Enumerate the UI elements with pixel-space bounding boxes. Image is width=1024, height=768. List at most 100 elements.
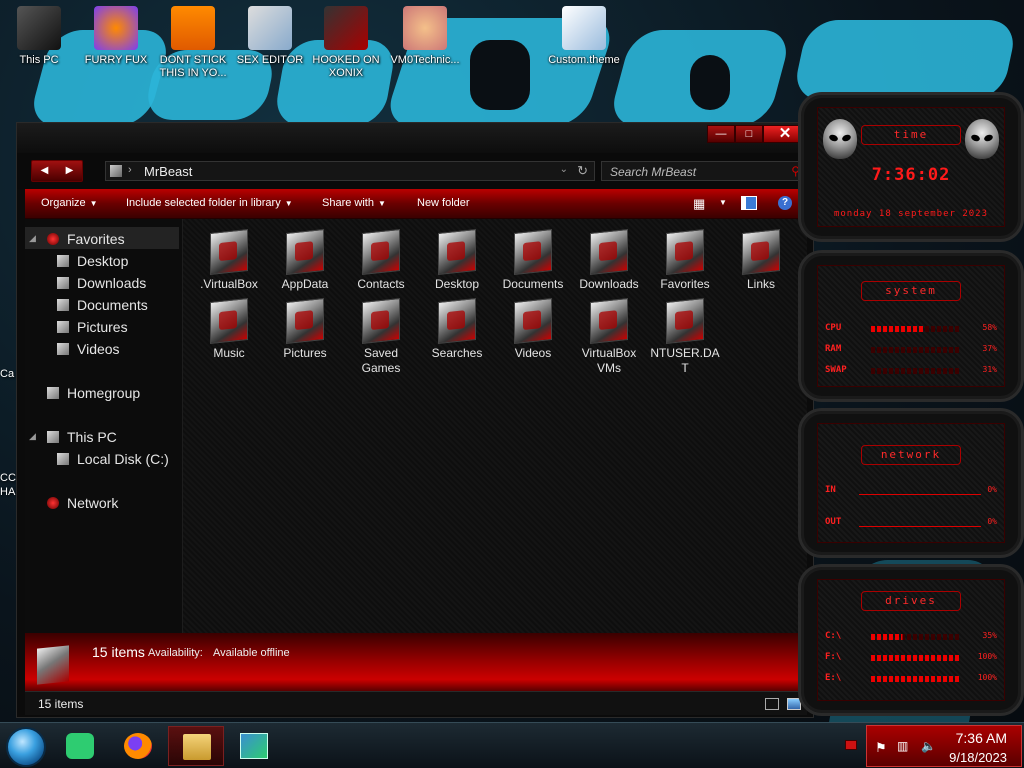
availability-label: Availability: [148,647,203,659]
folder-icon [110,165,122,177]
folder-item[interactable]: Desktop [421,229,493,292]
desktop-shortcut[interactable]: DONT STICK THIS IN YO... [157,6,229,80]
folder-item[interactable]: Saved Games [345,298,417,376]
include-in-library-button[interactable]: Include selected folder in library ▼ [126,197,293,209]
folder-item[interactable]: Favorites [649,229,721,292]
folder-item-label: Saved [363,346,399,360]
nav-network[interactable]: Network [47,495,118,511]
nav-videos[interactable]: Videos [57,341,120,357]
new-folder-button[interactable]: New folder [417,197,470,209]
volume-icon[interactable]: 🔈 [921,739,936,753]
homegroup-icon [47,387,59,399]
desktop-shortcut[interactable]: FURRY FUX [80,6,152,67]
folder-item-label: NTUSER.DA [650,346,720,360]
taskbar-virtualbox[interactable] [226,726,282,766]
breadcrumb-separator[interactable]: › [128,164,132,176]
navigation-bar: ◀ ▶ › MrBeast ⌄ ↻ Search MrBeast ⚲ [17,153,813,189]
folder-icon [210,298,248,344]
folder-item-label: Favorites [660,277,710,291]
tray-clock-date[interactable]: 9/18/2023 [949,750,1007,765]
preview-pane-icon[interactable] [741,196,757,210]
taskbar-file-explorer[interactable] [168,726,224,766]
address-bar[interactable]: › MrBeast ⌄ ↻ [105,161,595,181]
nav-pictures[interactable]: Pictures [57,319,128,335]
folder-icon [210,229,248,275]
folder-item[interactable]: Documents [497,229,569,292]
maximize-button[interactable]: □ [735,125,763,143]
minimize-button[interactable]: — [707,125,735,143]
network-gadget-title: network [880,448,942,461]
view-options-icon[interactable]: ▦ [693,196,705,212]
back-button[interactable]: ◀ [32,161,57,181]
notification-overflow-icon[interactable] [845,740,857,750]
desktop-edge-text: CC [0,472,16,484]
folder-item[interactable]: Downloads [573,229,645,292]
nav-downloads[interactable]: Downloads [57,275,146,291]
folder-item[interactable]: VirtualBox VMs [573,298,645,376]
organize-button[interactable]: Organize ▼ [41,197,98,209]
drives-gadget-title: drives [885,594,937,607]
nav-this-pc[interactable]: ◢ This PC [29,429,117,445]
tray-clock-time[interactable]: 7:36 AM [956,730,1007,746]
action-center-flag-icon[interactable]: ⚑ [875,740,887,756]
help-icon[interactable]: ? [778,196,792,210]
desktop-edge-text: Ca [0,368,15,380]
taskbar-firefox[interactable] [110,726,166,766]
vlc-shortcut-icon [171,6,215,50]
drive-f-bar [871,655,961,661]
folder-icon [438,298,476,344]
network-status-icon[interactable]: ▥ [897,739,908,753]
game-shortcut-icon [324,6,368,50]
nav-desktop[interactable]: Desktop [57,253,128,269]
drive-e-meter: E:\ 100% [825,673,997,683]
nav-documents[interactable]: Documents [57,297,148,313]
share-with-button[interactable]: Share with ▼ [322,197,386,209]
desktop-shortcut[interactable]: This PC [3,6,75,67]
folder-item[interactable]: AppData [269,229,341,292]
search-placeholder: Search MrBeast [610,165,697,179]
chevron-down-icon[interactable]: ⌄ [560,164,568,175]
chevron-down-icon[interactable]: ▼ [719,198,727,207]
nav-homegroup[interactable]: Homegroup [47,385,140,401]
folder-item-label: AppData [281,277,329,291]
taskbar-notepad[interactable] [52,726,108,766]
cpu-meter: CPU 58% [825,323,997,333]
pictures-icon [57,321,69,333]
desktop-shortcut[interactable]: HOOKED ON XONIX [310,6,382,80]
ram-bar [871,347,961,353]
folder-icon [590,298,628,344]
breadcrumb-current[interactable]: MrBeast [144,164,192,179]
details-view-icon[interactable] [765,698,779,710]
folder-icon [590,229,628,275]
availability-value: Available offline [213,647,290,659]
forward-button[interactable]: ▶ [57,161,82,181]
file-list: .VirtualBox AppData Contacts Desktop Documen… [183,219,807,633]
taskbar: ⚑ ▥ 🔈 7:36 AM 9/18/2023 [0,722,1024,768]
window-titlebar[interactable]: — □ ✕ [17,123,813,153]
desktop-edge-text: HA [0,486,16,498]
status-item-count: 15 items [38,697,84,711]
search-input[interactable]: Search MrBeast ⚲ [601,161,807,181]
folder-item[interactable]: NTUSER.DA T [649,298,721,376]
folder-item[interactable]: .VirtualBox [193,229,265,292]
folder-item[interactable]: Contacts [345,229,417,292]
folder-icon [362,298,400,344]
folder-item[interactable]: Music [193,298,265,361]
nav-local-disk[interactable]: Local Disk (C:) [57,451,169,467]
folder-item[interactable]: Pictures [269,298,341,361]
back-forward-buttons: ◀ ▶ [31,160,83,182]
doctor-icon [403,6,447,50]
folder-item[interactable]: Searches [421,298,493,361]
desktop-shortcut[interactable]: Custom.theme [548,6,620,67]
downloads-icon [57,277,69,289]
drive-icon [57,453,69,465]
folder-item[interactable]: Videos [497,298,569,361]
refresh-icon[interactable]: ↻ [577,163,588,179]
folder-item[interactable]: Links [725,229,797,292]
desktop-shortcut[interactable]: VM0Technic... [389,6,461,67]
desktop-shortcut[interactable]: SEX EDITOR [234,6,306,67]
firefox-shortcut-icon [94,6,138,50]
start-button[interactable] [6,727,46,767]
nav-favorites[interactable]: ◢ Favorites [29,231,125,247]
date-display: monday 18 september 2023 [833,209,989,219]
